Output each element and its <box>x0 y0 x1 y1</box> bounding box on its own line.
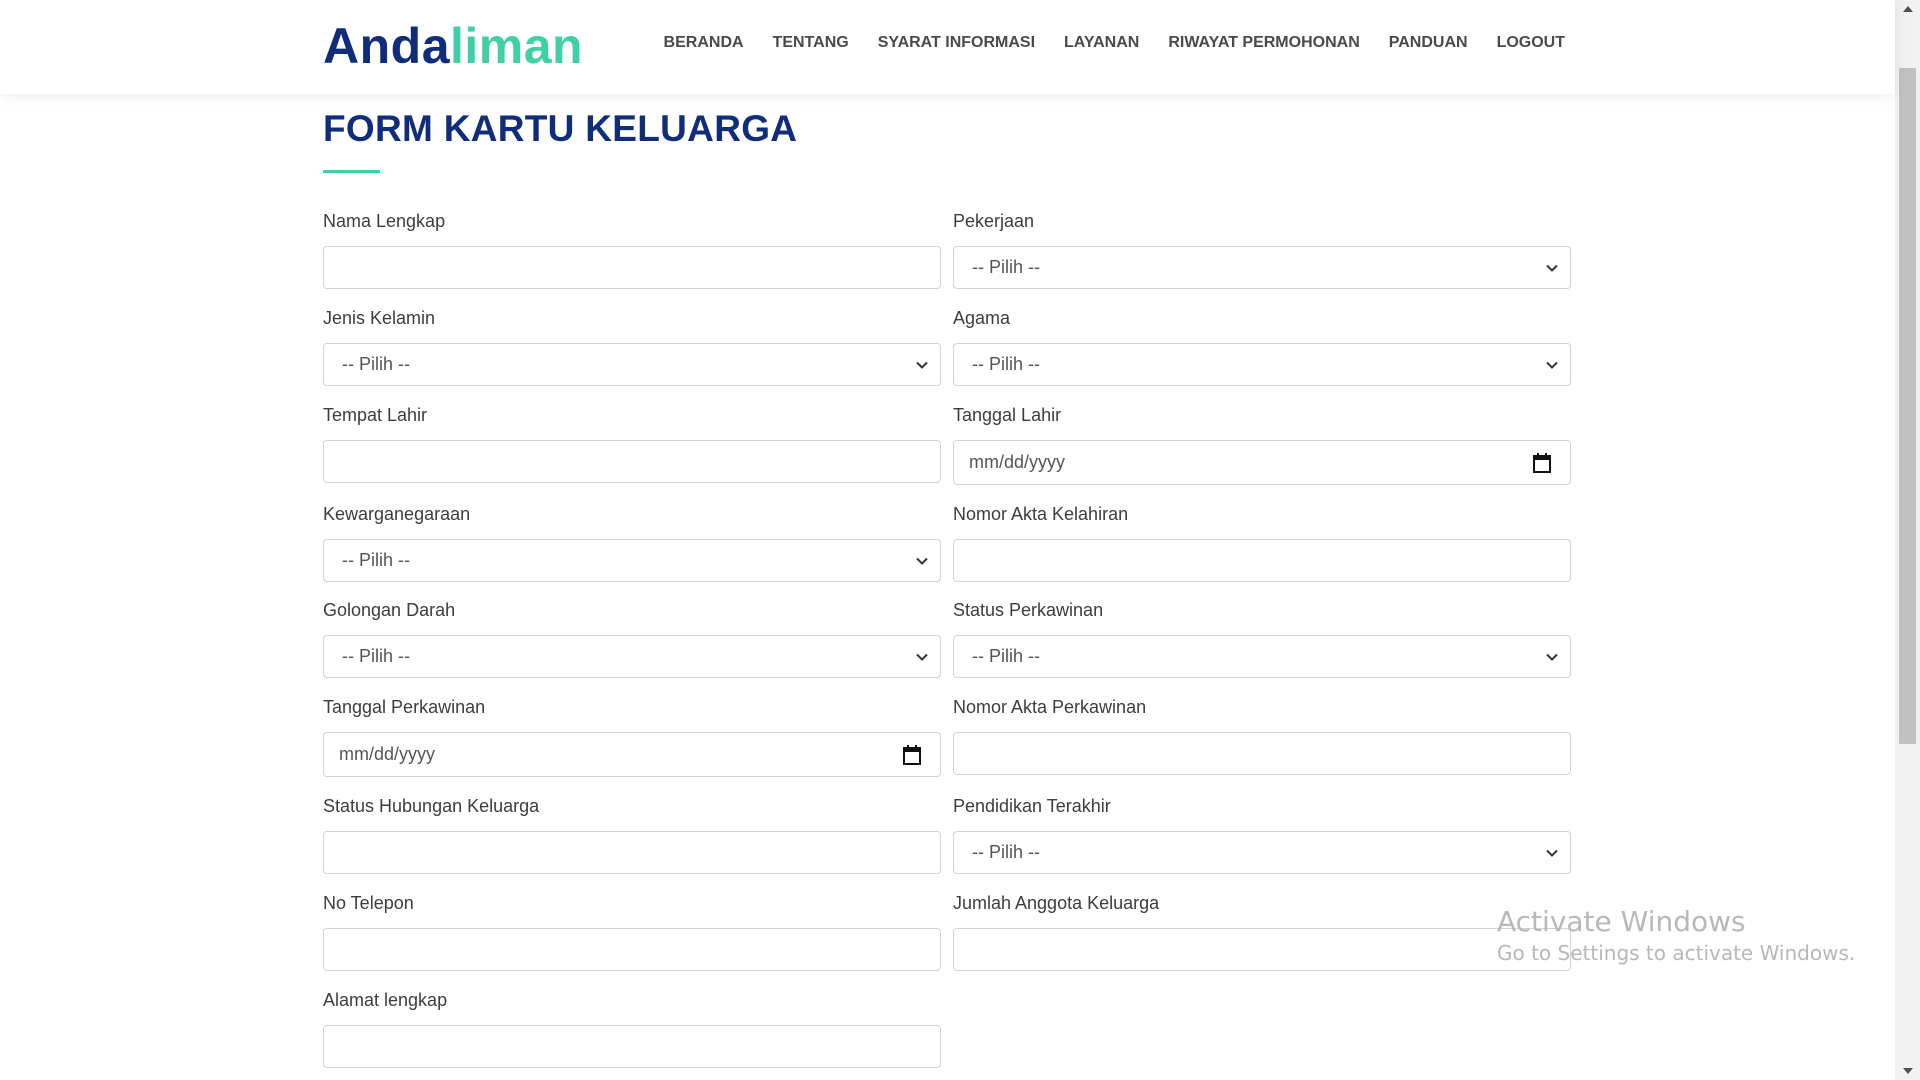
no-telepon-input[interactable] <box>323 928 941 971</box>
pendidikan-terakhir-label: Pendidikan Terakhir <box>953 796 1111 816</box>
nomor-akta-perkawinan-label: Nomor Akta Perkawinan <box>953 697 1147 717</box>
pekerjaan-select[interactable]: -- Pilih -- <box>953 246 1571 289</box>
chevron-down-icon <box>1546 361 1558 369</box>
pekerjaan-label: Pekerjaan <box>953 211 1035 231</box>
tempat-lahir-label: Tempat Lahir <box>323 405 428 425</box>
chevron-down-icon <box>1546 264 1558 272</box>
kewarganegaraan-selected-value: -- Pilih -- <box>342 550 410 570</box>
nav-tentang[interactable]: TENTANG <box>773 34 849 52</box>
page-scrollbar[interactable] <box>1895 0 1920 1080</box>
status-hubungan-keluarga-label: Status Hubungan Keluarga <box>323 796 540 816</box>
calendar-icon[interactable] <box>902 744 922 766</box>
kewarganegaraan-label: Kewarganegaraan <box>323 504 471 524</box>
field-tanggal-lahir: Tanggal Lahir mm/dd/yyyy <box>953 405 1571 485</box>
field-nomor-akta-kelahiran: Nomor Akta Kelahiran <box>953 504 1571 582</box>
watermark-subtitle: Go to Settings to activate Windows. <box>1497 941 1856 965</box>
chevron-down-icon <box>916 557 928 565</box>
status-hubungan-keluarga-input[interactable] <box>323 831 941 874</box>
pendidikan-terakhir-select[interactable]: -- Pilih -- <box>953 831 1571 874</box>
tanggal-lahir-placeholder: mm/dd/yyyy <box>969 452 1066 472</box>
field-agama: Agama -- Pilih -- <box>953 308 1571 386</box>
nav-syarat-informasi[interactable]: SYARAT INFORMASI <box>878 34 1035 52</box>
status-perkawinan-selected-value: -- Pilih -- <box>972 646 1040 666</box>
agama-select[interactable]: -- Pilih -- <box>953 343 1571 386</box>
kewarganegaraan-select[interactable]: -- Pilih -- <box>323 539 941 582</box>
tanggal-perkawinan-date-input[interactable]: mm/dd/yyyy <box>323 732 941 777</box>
field-nomor-akta-perkawinan: Nomor Akta Perkawinan <box>953 697 1571 775</box>
nomor-akta-kelahiran-input[interactable] <box>953 539 1571 582</box>
chevron-down-icon <box>1546 849 1558 857</box>
field-kewarganegaraan: Kewarganegaraan -- Pilih -- <box>323 504 941 582</box>
chevron-down-icon <box>1546 653 1558 661</box>
scroll-down-arrow-icon[interactable] <box>1903 1068 1913 1074</box>
page-title: FORM KARTU KELUARGA <box>323 108 798 149</box>
field-jumlah-anggota-keluarga: Jumlah Anggota Keluarga <box>953 893 1571 971</box>
nama-lengkap-input[interactable] <box>323 246 941 289</box>
alamat-lengkap-label: Alamat lengkap <box>323 990 448 1010</box>
scroll-up-arrow-icon[interactable] <box>1903 6 1913 12</box>
jenis-kelamin-selected-value: -- Pilih -- <box>342 354 410 374</box>
scrollbar-thumb[interactable] <box>1899 68 1916 744</box>
field-jenis-kelamin: Jenis Kelamin -- Pilih -- <box>323 308 941 386</box>
tanggal-perkawinan-placeholder: mm/dd/yyyy <box>339 744 436 764</box>
golongan-darah-label: Golongan Darah <box>323 600 456 620</box>
site-logo[interactable]: Andaliman <box>323 14 583 78</box>
agama-label: Agama <box>953 308 1011 328</box>
nav-logout[interactable]: LOGOUT <box>1497 34 1565 52</box>
no-telepon-label: No Telepon <box>323 893 414 913</box>
field-pendidikan-terakhir: Pendidikan Terakhir -- Pilih -- <box>953 796 1571 874</box>
nav-layanan[interactable]: LAYANAN <box>1064 34 1139 52</box>
nomor-akta-perkawinan-input[interactable] <box>953 732 1571 775</box>
tanggal-perkawinan-label: Tanggal Perkawinan <box>323 697 486 717</box>
field-golongan-darah: Golongan Darah -- Pilih -- <box>323 600 941 678</box>
nav-panduan[interactable]: PANDUAN <box>1389 34 1468 52</box>
jenis-kelamin-select[interactable]: -- Pilih -- <box>323 343 941 386</box>
nomor-akta-kelahiran-label: Nomor Akta Kelahiran <box>953 504 1129 524</box>
field-alamat-lengkap: Alamat lengkap <box>323 990 941 1068</box>
jumlah-anggota-keluarga-input[interactable] <box>953 928 1571 971</box>
tempat-lahir-input[interactable] <box>323 440 941 483</box>
pendidikan-terakhir-selected-value: -- Pilih -- <box>972 842 1040 862</box>
golongan-darah-selected-value: -- Pilih -- <box>342 646 410 666</box>
pekerjaan-selected-value: -- Pilih -- <box>972 257 1040 277</box>
logo-part-1: Anda <box>323 18 450 74</box>
site-header: Andaliman BERANDA TENTANG SYARAT INFORMA… <box>0 0 1895 94</box>
field-pekerjaan: Pekerjaan -- Pilih -- <box>953 211 1571 289</box>
logo-part-2: liman <box>450 18 584 74</box>
chevron-down-icon <box>916 361 928 369</box>
calendar-icon[interactable] <box>1532 452 1552 474</box>
watermark-title: Activate Windows <box>1497 905 1746 938</box>
nama-lengkap-label: Nama Lengkap <box>323 211 446 231</box>
field-status-hubungan-keluarga: Status Hubungan Keluarga <box>323 796 941 874</box>
field-tempat-lahir: Tempat Lahir <box>323 405 941 483</box>
golongan-darah-select[interactable]: -- Pilih -- <box>323 635 941 678</box>
agama-selected-value: -- Pilih -- <box>972 354 1040 374</box>
nav-riwayat-permohonan[interactable]: RIWAYAT PERMOHONAN <box>1168 34 1359 52</box>
title-underline <box>323 170 380 173</box>
jumlah-anggota-keluarga-label: Jumlah Anggota Keluarga <box>953 893 1160 913</box>
windows-activation-watermark: Activate Windows Go to Settings to activ… <box>1497 905 1855 967</box>
field-nama-lengkap: Nama Lengkap <box>323 211 941 289</box>
chevron-down-icon <box>916 653 928 661</box>
field-no-telepon: No Telepon <box>323 893 941 971</box>
tanggal-lahir-date-input[interactable]: mm/dd/yyyy <box>953 440 1571 485</box>
field-status-perkawinan: Status Perkawinan -- Pilih -- <box>953 600 1571 678</box>
status-perkawinan-select[interactable]: -- Pilih -- <box>953 635 1571 678</box>
alamat-lengkap-input[interactable] <box>323 1025 941 1068</box>
tanggal-lahir-label: Tanggal Lahir <box>953 405 1062 425</box>
nav-beranda[interactable]: BERANDA <box>664 34 744 52</box>
field-tanggal-perkawinan: Tanggal Perkawinan mm/dd/yyyy <box>323 697 941 777</box>
jenis-kelamin-label: Jenis Kelamin <box>323 308 436 328</box>
status-perkawinan-label: Status Perkawinan <box>953 600 1104 620</box>
main-nav: BERANDA TENTANG SYARAT INFORMASI LAYANAN… <box>664 34 1565 52</box>
